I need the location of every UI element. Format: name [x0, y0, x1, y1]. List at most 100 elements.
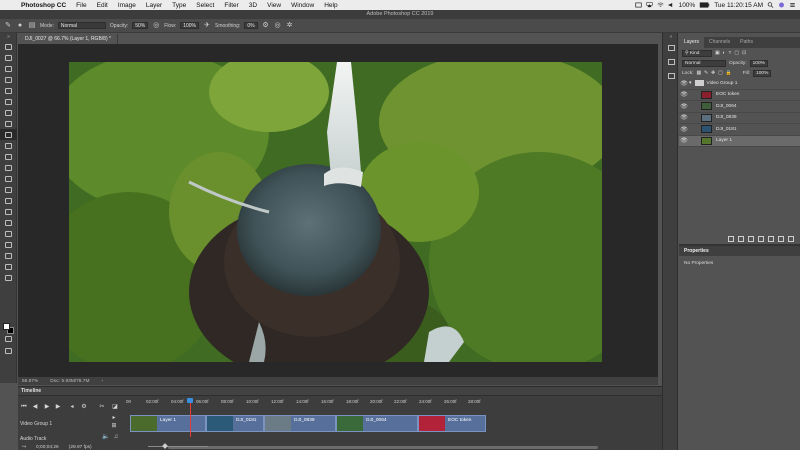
visibility-eye-icon[interactable]: 👁 [679, 103, 689, 110]
menu-help[interactable]: Help [319, 2, 342, 9]
blend-mode-select[interactable]: Normal [682, 59, 726, 67]
layer-opacity-input[interactable]: 100% [749, 59, 768, 67]
add-media-icon[interactable]: ⊞ [110, 423, 118, 430]
brush-settings-panel-icon[interactable] [663, 55, 679, 69]
layer-row-group[interactable]: 👁 ▾ Video Group 1 [679, 78, 800, 90]
symmetry-icon[interactable]: ✲ [286, 22, 294, 30]
brush-tool-preset-icon[interactable]: ✎ [4, 22, 12, 30]
filter-smart-object-icon[interactable]: ⊡ [742, 51, 746, 56]
visibility-eye-icon[interactable]: 👁 [679, 137, 689, 144]
brush-settings-icon[interactable]: ▤ [28, 22, 36, 30]
menu-file[interactable]: File [71, 2, 91, 9]
document-tab[interactable]: DJI_0027 @ 66.7% (Layer 1, RGB/8) * [19, 34, 118, 44]
blur-tool-icon[interactable] [0, 184, 17, 195]
layer-filter-kind-select[interactable]: ⚲ Kind [682, 49, 712, 57]
lock-paint-icon[interactable]: ✎ [704, 71, 708, 76]
lock-position-icon[interactable]: ✥ [711, 71, 715, 76]
menu-edit[interactable]: Edit [92, 2, 113, 9]
timeline-clip[interactable]: DJI_0064 [336, 415, 418, 432]
tab-layers[interactable]: Layers [679, 37, 705, 48]
menu-layer[interactable]: Layer [141, 2, 167, 9]
timeline-ruler[interactable]: 00 02:00f 04:00f 06:00f 08:00f 10:00f 12… [126, 399, 500, 409]
eraser-tool-icon[interactable] [0, 162, 17, 173]
clock[interactable]: Tue 11:20:15 AM [714, 2, 763, 9]
menu-image[interactable]: Image [113, 2, 141, 9]
new-group-icon[interactable] [768, 235, 774, 242]
marquee-tool-icon[interactable] [0, 52, 17, 63]
crop-tool-icon[interactable] [0, 85, 17, 96]
menu-view[interactable]: View [262, 2, 286, 9]
menu-list-icon[interactable] [789, 2, 796, 8]
lock-all-icon[interactable]: 🔒 [726, 71, 732, 76]
foreground-color-swatch[interactable] [3, 323, 10, 330]
clone-stamp-tool-icon[interactable] [0, 140, 17, 151]
menu-window[interactable]: Window [286, 2, 319, 9]
video-group-track-label[interactable]: Video Group 1 [20, 421, 52, 427]
add-mask-icon[interactable] [748, 235, 754, 242]
go-to-first-frame-icon[interactable]: ⏮ [20, 404, 28, 411]
smoothing-input[interactable]: 0% [244, 22, 258, 29]
wifi-icon[interactable] [657, 2, 664, 8]
dodge-tool-icon[interactable] [0, 195, 17, 206]
type-tool-icon[interactable] [0, 217, 17, 228]
zoom-level[interactable]: 66.67% [22, 379, 38, 384]
flow-input[interactable]: 100% [180, 22, 200, 29]
hand-tool-icon[interactable] [0, 250, 17, 261]
properties-title[interactable]: Properties [679, 246, 800, 256]
link-layers-icon[interactable] [728, 235, 734, 242]
delete-layer-icon[interactable] [788, 235, 794, 242]
audio-volume-icon[interactable]: 🔈 [102, 434, 110, 441]
menu-3d[interactable]: 3D [244, 2, 262, 9]
battery-icon[interactable] [699, 2, 710, 8]
audio-note-icon[interactable]: ♫ [112, 434, 120, 441]
visibility-eye-icon[interactable]: 👁 [679, 114, 689, 121]
quick-mask-icon[interactable] [0, 333, 17, 344]
timeline-zoom-slider[interactable] [148, 446, 208, 447]
menu-type[interactable]: Type [167, 2, 191, 9]
render-video-icon[interactable]: ↪ [22, 445, 26, 450]
airplay-icon[interactable] [645, 2, 653, 8]
dropbox-icon[interactable] [634, 2, 642, 8]
tab-channels[interactable]: Channels [704, 37, 735, 48]
visibility-eye-icon[interactable]: 👁 [679, 126, 689, 133]
libraries-panel-icon[interactable] [663, 69, 679, 83]
dock-collapse-icon[interactable]: « [663, 33, 679, 41]
canvas-image[interactable] [69, 62, 602, 362]
tab-paths[interactable]: Paths [735, 37, 758, 48]
timeline-scrollbar[interactable] [168, 446, 598, 449]
frame-tool-icon[interactable] [0, 96, 17, 107]
group-disclosure-icon[interactable]: ▾ [689, 80, 692, 86]
menu-app-name[interactable]: Photoshop CC [16, 2, 71, 9]
lock-pixels-icon[interactable]: ▦ [696, 71, 701, 76]
menu-filter[interactable]: Filter [219, 2, 243, 9]
layer-row[interactable]: 👁 EOC token [679, 90, 800, 101]
volume-icon[interactable] [668, 2, 675, 8]
mode-select[interactable]: Normal [57, 22, 106, 29]
lasso-tool-icon[interactable] [0, 63, 17, 74]
history-brush-tool-icon[interactable] [0, 151, 17, 162]
transition-icon[interactable]: ◪ [111, 404, 119, 411]
status-arrow-icon[interactable]: › [101, 379, 103, 384]
timeline-clip[interactable]: DJI_0181 [206, 415, 264, 432]
rectangle-tool-icon[interactable] [0, 239, 17, 250]
brush-tool-icon[interactable] [0, 129, 17, 140]
opacity-input[interactable]: 50% [132, 22, 149, 29]
zoom-tool-icon[interactable] [0, 261, 17, 272]
mute-audio-icon[interactable]: ◂ [68, 404, 76, 411]
filter-shape-icon[interactable]: ▢ [734, 51, 739, 56]
audio-track-label[interactable]: Audio Track [20, 436, 46, 442]
new-layer-icon[interactable] [778, 235, 784, 242]
track-options-icon[interactable]: ▸ [110, 415, 118, 422]
visibility-eye-icon[interactable]: 👁 [679, 80, 689, 87]
healing-brush-tool-icon[interactable] [0, 118, 17, 129]
path-selection-tool-icon[interactable] [0, 228, 17, 239]
playhead-handle[interactable] [187, 398, 193, 403]
gradient-tool-icon[interactable] [0, 173, 17, 184]
search-icon[interactable] [767, 2, 774, 8]
quick-select-tool-icon[interactable] [0, 74, 17, 85]
play-icon[interactable]: ▶ [43, 404, 51, 411]
screen-mode-icon[interactable] [0, 345, 17, 356]
timeline-clip[interactable]: DJI_0839 [264, 415, 336, 432]
layer-row-selected[interactable]: 👁 Layer 1 [679, 135, 800, 147]
timeline-clip[interactable]: Layer 1 [130, 415, 206, 432]
